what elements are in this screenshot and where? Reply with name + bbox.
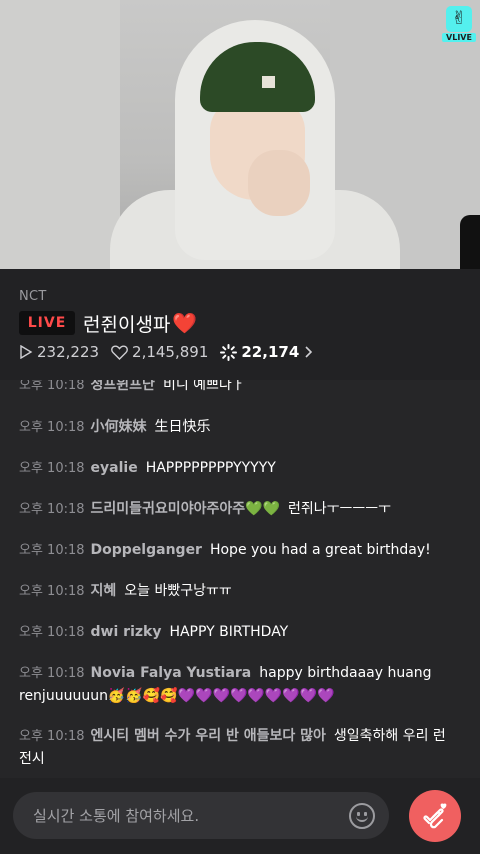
vlive-logo: ✌ VLIVE bbox=[442, 6, 476, 42]
view-count: 232,223 bbox=[19, 343, 99, 361]
chat-composer: 실시간 소통에 참여하세요. bbox=[0, 778, 480, 854]
stream-stats[interactable]: 232,223 2,145,891 22,174 bbox=[19, 343, 329, 361]
chat-message: 오후 10:18 Doppelganger Hope you had a great… bbox=[19, 542, 431, 558]
chat-message: 오후 10:18 Novia Falya Yustiara happy birthd… bbox=[19, 665, 432, 704]
heart-outline-icon bbox=[111, 345, 128, 360]
chat-input-placeholder: 실시간 소통에 참여하세요. bbox=[33, 807, 200, 825]
chevron-right-icon bbox=[305, 346, 313, 358]
chair bbox=[460, 215, 480, 269]
chat-message: 오후 10:18 지혜 오늘 바빴구낭ㅠㅠ bbox=[19, 583, 232, 599]
chat-message: 오후 10:18 小何妹妹 生日快乐 bbox=[19, 419, 211, 435]
play-icon bbox=[20, 345, 33, 359]
chat-message: 오후 10:18 드리미들귀요미야아주아주💚💚 런쥐나ㅜㅡㅡㅡㅜ bbox=[19, 501, 392, 517]
stream-title: 런쥔이생파 bbox=[83, 313, 171, 336]
chat-list[interactable]: 오후 10:18 정프윈프단 비니 예쁘다ㅏ 오후 10:18 小何妹妹 生日快乐 오후… bbox=[0, 380, 480, 778]
heart-count: 2,145,891 bbox=[111, 343, 208, 361]
channel-name[interactable]: NCT bbox=[19, 289, 47, 304]
streamer-figure bbox=[110, 20, 400, 269]
stream-info: NCT LIVE 런쥔이생파 ❤️ 232,223 2,145,891 22,1… bbox=[0, 269, 480, 380]
chat-message: 오후 10:18 엔시티 멤버 수가 우리 반 애들보다 많아 생일축하해 우리 런… bbox=[19, 728, 446, 767]
video-background-left bbox=[0, 0, 120, 269]
chat-message: 오후 10:18 eyalie HAPPPPPPPPYYYYY bbox=[19, 460, 276, 476]
hand-heart-icon bbox=[423, 803, 447, 829]
live-badge: LIVE bbox=[19, 311, 75, 335]
sparkle-icon bbox=[220, 343, 238, 361]
red-heart-icon: ❤️ bbox=[172, 311, 198, 335]
chat-message: 오후 10:18 정프윈프단 비니 예쁘다ㅏ bbox=[19, 380, 245, 393]
title-row: LIVE 런쥔이생파 ❤️ bbox=[19, 310, 197, 336]
chat-input[interactable]: 실시간 소통에 참여하세요. bbox=[13, 792, 389, 839]
heart-button[interactable] bbox=[409, 790, 461, 842]
live-video[interactable]: ✌ VLIVE bbox=[0, 0, 480, 269]
emoji-icon[interactable] bbox=[349, 802, 375, 829]
participant-count[interactable]: 22,174 bbox=[220, 343, 317, 361]
chat-message: 오후 10:18 dwi rizky HAPPY BIRTHDAY bbox=[19, 624, 289, 640]
